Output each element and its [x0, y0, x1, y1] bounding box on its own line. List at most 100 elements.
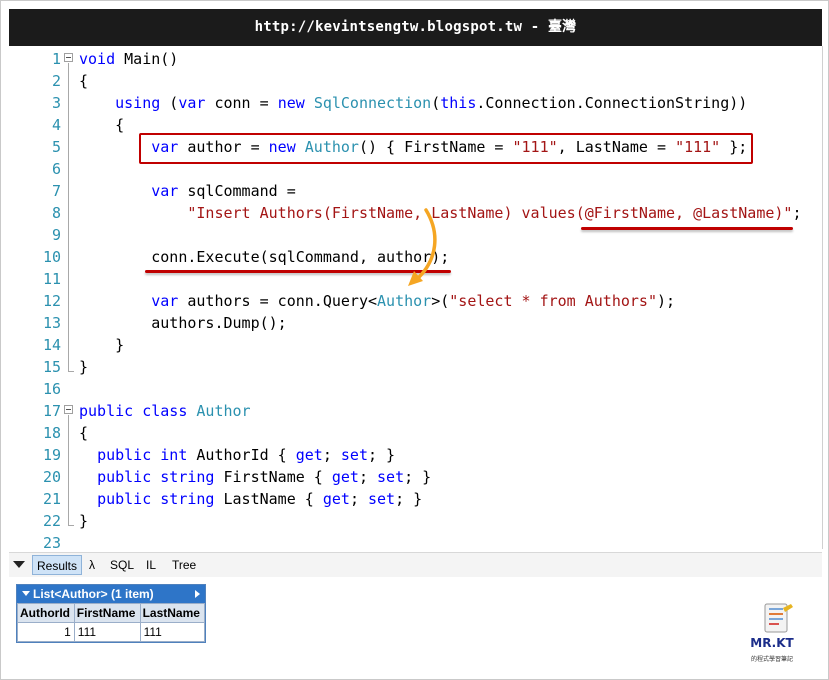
code-token: }	[79, 336, 125, 354]
mrkt-logo: MR.KT 的程式學習筆記	[739, 602, 805, 666]
code-token: (	[160, 94, 179, 112]
expand-arrow-icon[interactable]	[195, 590, 200, 598]
code-line[interactable]: }	[79, 510, 88, 532]
code-line[interactable]: var sqlCommand =	[79, 180, 296, 202]
cell-lastname: 111	[139, 622, 206, 642]
line-number: 10	[42, 248, 61, 266]
code-token: new	[277, 94, 305, 112]
column-header[interactable]: AuthorId	[17, 603, 75, 623]
code-token: string	[160, 468, 215, 486]
annotation-arrow-icon	[408, 208, 437, 286]
code-line[interactable]: public int AuthorId { get; set; }	[79, 444, 395, 466]
code-line[interactable]: void Main()	[79, 48, 178, 70]
notebook-icon	[764, 603, 793, 633]
fold-end-marker	[68, 525, 74, 526]
code-token: ;	[322, 446, 341, 464]
code-line[interactable]: public class Author	[79, 400, 251, 422]
code-token: Author	[196, 402, 251, 420]
code-line[interactable]: authors.Dump();	[79, 312, 286, 334]
code-token: ; }	[395, 490, 423, 508]
code-line[interactable]: }	[79, 356, 88, 378]
code-token: this	[440, 94, 477, 112]
code-token: int	[160, 446, 188, 464]
code-line[interactable]: public string LastName { get; set; }	[79, 488, 422, 510]
table-header-row: AuthorId FirstName LastName	[17, 603, 206, 623]
code-token: Main()	[115, 50, 179, 68]
column-header[interactable]: FirstName	[73, 603, 141, 623]
code-line[interactable]: {	[79, 114, 124, 136]
code-token: ; }	[404, 468, 432, 486]
tab-lambda[interactable]: λ	[85, 555, 99, 575]
result-header-label: List<Author> (1 item)	[33, 587, 154, 601]
line-number: 9	[51, 226, 61, 244]
collapse-main-icon[interactable]	[64, 53, 73, 62]
tab-sql[interactable]: SQL	[106, 555, 138, 575]
code-token: get	[295, 446, 323, 464]
line-number: 21	[42, 490, 61, 508]
code-token: {	[79, 424, 89, 442]
code-token: public	[97, 446, 152, 464]
code-area[interactable]: void Main() { using (var conn = new SqlCo…	[79, 46, 822, 549]
line-number: 14	[42, 336, 61, 354]
cell-authorid: 1	[17, 622, 75, 642]
code-token: sqlCommand =	[178, 182, 296, 200]
line-number: 22	[42, 512, 61, 530]
code-line[interactable]: public string FirstName { get; set; }	[79, 466, 431, 488]
code-token: conn.Execute(sqlCommand, author);	[79, 248, 450, 266]
code-token: (	[431, 94, 441, 112]
collapse-author-icon[interactable]	[64, 405, 73, 414]
code-token: conn =	[205, 94, 278, 112]
tab-il[interactable]: IL	[142, 555, 160, 575]
code-token: AuthorId {	[187, 446, 296, 464]
line-number: 3	[51, 94, 61, 112]
code-token: get	[322, 490, 350, 508]
code-token: authors = conn.Query<	[178, 292, 378, 310]
code-line[interactable]: using (var conn = new SqlConnection(this…	[79, 92, 747, 114]
code-token: "Insert Authors(FirstName, LastName) val…	[187, 204, 793, 222]
results-panel: List<Author> (1 item) AuthorId FirstName…	[9, 577, 822, 675]
code-token: public	[97, 490, 152, 508]
line-number: 13	[42, 314, 61, 332]
collapse-panel-icon[interactable]	[13, 561, 25, 568]
code-line[interactable]: var authors = conn.Query<Author>("select…	[79, 290, 675, 312]
line-number: 8	[51, 204, 61, 222]
code-token: class	[142, 402, 188, 420]
tab-tree[interactable]: Tree	[168, 555, 200, 575]
fold-guide	[68, 415, 69, 525]
code-editor[interactable]: 1 2 3 4 5 6 7 8 9 10 11 12 13 14 15 16 17 18 19 20 21 22 23 vo…	[9, 46, 823, 549]
code-line[interactable]: {	[79, 422, 88, 444]
logo-subtitle: 的程式學習筆記	[750, 657, 793, 663]
code-token: .Connection.ConnectionString))	[476, 94, 748, 112]
code-line[interactable]: {	[79, 70, 88, 92]
code-token: ; }	[368, 446, 396, 464]
tab-results[interactable]: Results	[32, 555, 83, 575]
result-header[interactable]: List<Author> (1 item)	[17, 585, 205, 603]
table-row: 1 111 111	[17, 622, 206, 642]
code-token: }	[79, 358, 89, 376]
line-number: 17	[42, 402, 61, 420]
output-tab-bar: Results λ SQL IL Tree	[9, 552, 822, 577]
code-token: {	[79, 72, 89, 90]
code-token: get	[331, 468, 359, 486]
code-line[interactable]: }	[79, 334, 124, 356]
line-number: 15	[42, 358, 61, 376]
code-token: string	[160, 490, 215, 508]
underline-parameters	[581, 227, 793, 230]
code-token: public	[79, 402, 134, 420]
logo-text: MR.KT	[750, 636, 794, 650]
column-header[interactable]: LastName	[139, 603, 206, 623]
fold-guide	[68, 63, 69, 371]
code-token: using	[115, 94, 161, 112]
code-token: set	[340, 446, 368, 464]
code-line[interactable]: conn.Execute(sqlCommand, author);	[79, 246, 449, 268]
code-token: FirstName {	[214, 468, 332, 486]
